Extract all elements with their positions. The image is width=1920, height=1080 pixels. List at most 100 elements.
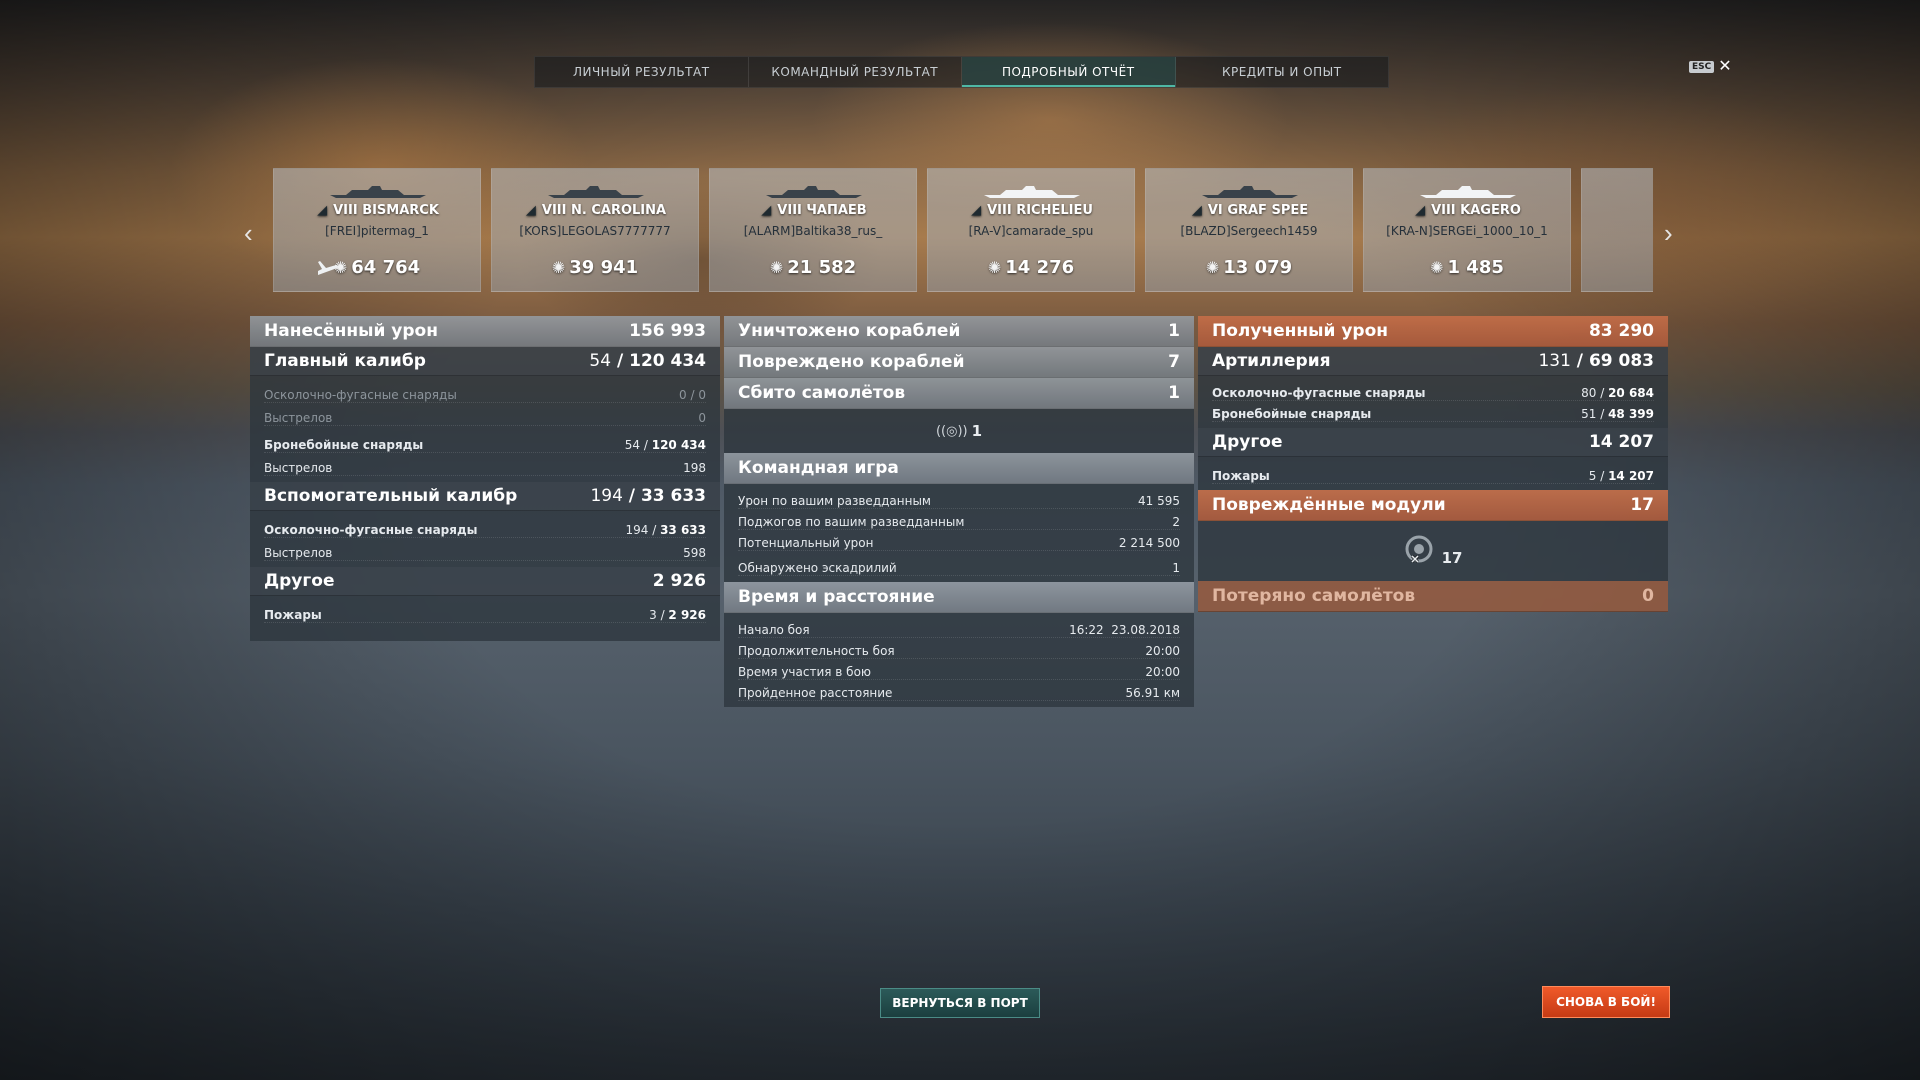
ship-card[interactable]: ◢ VIII ЧАПАЕВ [ALARM]Baltika38_rus_ ✺ 21 582	[709, 168, 917, 292]
damaged-modules-header: Повреждённые модули 17	[1198, 490, 1668, 521]
received-damage-value: 83 290	[1588, 321, 1654, 341]
received-he-row: Осколочно-фугасные снаряды 80 / 20 684	[1212, 380, 1654, 401]
ship-name: ◢ VIII ЧАПАЕВ	[761, 203, 867, 218]
ship-silhouette-icon	[984, 186, 1080, 198]
ap-shots-row: Выстрелов 198	[264, 453, 706, 476]
damaged-modules-title: Повреждённые модули	[1212, 495, 1446, 515]
artillery-header: Артиллерия 131 / 69 083	[1198, 347, 1668, 376]
artillery-value: 131 / 69 083	[1538, 351, 1654, 371]
ship-name: ◢ VI GRAF SPEE	[1191, 203, 1309, 218]
ship-carousel: ◢ VIII BISMARCK [FREI]pitermag_1 ✺ 64 764 ◢ VI…	[273, 168, 1653, 292]
ships-destroyed-header: Уничтожено кораблей 1	[724, 316, 1194, 347]
ship-silhouette-icon	[1420, 186, 1516, 198]
player-name: [KORS]LEGOLAS7777777	[519, 224, 671, 238]
damaged-modules-value: 17	[1630, 495, 1654, 515]
right-fires-row: Пожары 5 / 14 207	[1212, 461, 1654, 484]
right-other-value: 14 207	[1588, 432, 1654, 452]
team-play-header: Командная игра	[724, 453, 1194, 484]
ship-name: ◢ VIII BISMARCK	[317, 203, 439, 218]
right-other-header: Другое 14 207	[1198, 428, 1668, 457]
right-other-details: Пожары 5 / 14 207	[1198, 457, 1668, 490]
ship-silhouette-icon	[330, 186, 426, 198]
player-name: [BLAZD]Sergeech1459	[1180, 224, 1318, 238]
left-fires-row: Пожары 3 / 2 926	[264, 600, 706, 623]
ship-class-icon: ◢	[317, 203, 328, 218]
spotting-count: 1	[971, 422, 983, 440]
damage-icon: ✺	[551, 258, 566, 277]
ship-card[interactable]: ◢ VIII RICHELIEU [RA-V]camarade_spu ✺ 14 276	[927, 168, 1135, 292]
ship-damage: ✺ 14 276	[987, 257, 1075, 278]
artillery-details: Осколочно-фугасные снаряды 80 / 20 684 Бр…	[1198, 376, 1668, 428]
ship-damage: ✺ 64 764	[333, 257, 421, 278]
damage-icon: ✺	[1205, 258, 1220, 277]
spotting-damage-row: Урон по вашим разведданным 41 595	[738, 488, 1180, 509]
player-name: [ALARM]Baltika38_rus_	[743, 224, 883, 238]
ship-card[interactable]: ◢ VI GRAF SPEE [BLAZD]Sergeech1459 ✺ 13 079	[1145, 168, 1353, 292]
secondary-battery-title: Вспомогательный калибр	[264, 486, 518, 506]
ship-damage: ✺ 21 582	[769, 257, 857, 278]
ships-damaged-header: Повреждено кораблей 7	[724, 347, 1194, 378]
tab-team-result[interactable]: КОМАНДНЫЙ РЕЗУЛЬТАТ	[749, 57, 962, 87]
distance-traveled-row: Пройденное расстояние 56.91 км	[738, 680, 1180, 701]
spotting-area: ((◎)) 1	[724, 409, 1194, 453]
ship-card[interactable]: ◢ VIII BISMARCK [FREI]pitermag_1 ✺ 64 764	[273, 168, 481, 292]
tab-detailed-report[interactable]: ПОДРОБНЫЙ ОТЧЁТ	[962, 57, 1176, 87]
he-shots-row: Выстрелов 0	[264, 403, 706, 426]
main-battery-title: Главный калибр	[264, 351, 426, 371]
close-icon: ✕	[1718, 58, 1732, 75]
received-damage-column: Полученный урон 83 290 Артиллерия 131 / …	[1198, 316, 1668, 612]
secondary-shots-row: Выстрелов 598	[264, 538, 706, 561]
ships-damaged-title: Повреждено кораблей	[738, 352, 965, 372]
ship-card-partial[interactable]	[1581, 168, 1653, 292]
ship-silhouette-icon	[766, 186, 862, 198]
potential-damage-row: Потенциальный урон 2 214 500	[738, 530, 1180, 551]
received-damage-title: Полученный урон	[1212, 321, 1389, 341]
ships-destroyed-value: 1	[1168, 321, 1180, 341]
left-other-details: Пожары 3 / 2 926	[250, 596, 720, 641]
esc-key-label: ESC	[1689, 61, 1715, 73]
ship-name: ◢ VIII RICHELIEU	[971, 203, 1093, 218]
dealt-damage-value: 156 993	[629, 321, 706, 341]
dealt-damage-header: Нанесённый урон 156 993	[250, 316, 720, 347]
return-to-port-button[interactable]: ВЕРНУТЬСЯ В ПОРТ	[880, 988, 1040, 1018]
damage-icon: ✺	[1430, 258, 1444, 277]
spotting-fires-row: Поджогов по вашим разведданным 2	[738, 509, 1180, 530]
ships-damaged-value: 7	[1168, 352, 1180, 372]
artillery-title: Артиллерия	[1212, 351, 1331, 371]
main-battery-value: 54 / 120 434	[589, 351, 706, 371]
battle-again-button[interactable]: СНОВА В БОЙ!	[1542, 986, 1670, 1018]
ship-silhouette-icon	[548, 186, 644, 198]
ship-card[interactable]: ◢ VIII KAGERO [KRA-N]SERGEi_1000_10_1 ✺ 1 48…	[1363, 168, 1571, 292]
carousel-next-arrow-icon[interactable]: ›	[1664, 218, 1673, 249]
carousel-prev-arrow-icon[interactable]: ‹	[244, 218, 253, 249]
ship-class-icon: ◢	[971, 203, 982, 218]
received-ap-row: Бронебойные снаряды 51 / 48 399	[1212, 401, 1654, 422]
battle-stats-column: Уничтожено кораблей 1 Повреждено корабле…	[724, 316, 1194, 707]
ship-name: ◢ VIII KAGERO	[1415, 203, 1521, 218]
damage-icon: ✺	[987, 258, 1002, 277]
ship-name: ◢ VIII N. CAROLINA	[525, 203, 667, 218]
planes-shot-value: 1	[1168, 383, 1180, 403]
squadrons-spotted-row: Обнаружено эскадрилий 1	[738, 555, 1180, 576]
ship-silhouette-icon	[1202, 186, 1298, 198]
secondary-he-row: Осколочно-фугасные снаряды 194 / 33 633	[264, 515, 706, 538]
he-shells-row: Осколочно-фугасные снаряды 0 / 0	[264, 380, 706, 403]
planes-shot-header: Сбито самолётов 1	[724, 378, 1194, 409]
tab-credits-xp[interactable]: КРЕДИТЫ И ОПЫТ	[1176, 57, 1389, 87]
close-button[interactable]: ESC ✕	[1689, 58, 1732, 75]
received-damage-header: Полученный урон 83 290	[1198, 316, 1668, 347]
tab-personal-result[interactable]: ЛИЧНЫЙ РЕЗУЛЬТАТ	[535, 57, 749, 87]
planes-shot-title: Сбито самолётов	[738, 383, 906, 403]
left-other-title: Другое	[264, 571, 335, 591]
modules-area: 17	[1198, 521, 1668, 581]
ship-card[interactable]: ◢ VIII N. CAROLINA [KORS]LEGOLAS7777777 ✺ 39…	[491, 168, 699, 292]
plane-icon	[318, 261, 340, 275]
planes-lost-header: Потеряно самолётов 0	[1198, 581, 1668, 612]
main-battery-header: Главный калибр 54 / 120 434	[250, 347, 720, 376]
damaged-modules-count: 17	[1441, 549, 1463, 567]
right-other-title: Другое	[1212, 432, 1283, 452]
player-name: [KRA-N]SERGEi_1000_10_1	[1386, 224, 1548, 238]
damaged-module-icon	[1405, 535, 1433, 564]
dealt-damage-title: Нанесённый урон	[264, 321, 438, 341]
ships-destroyed-title: Уничтожено кораблей	[738, 321, 961, 341]
